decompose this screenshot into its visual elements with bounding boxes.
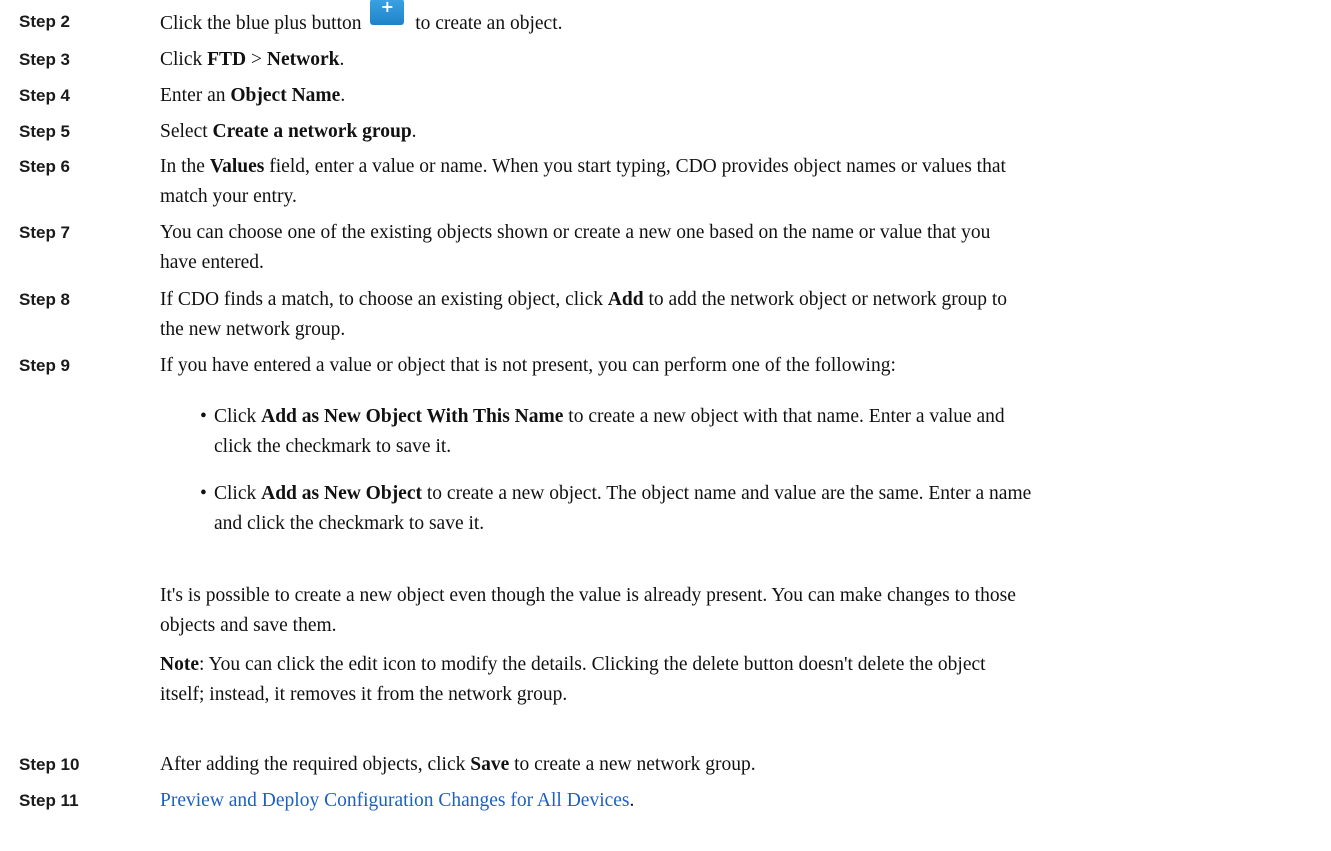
step-bold: Create a network group: [212, 121, 412, 142]
bullet-text-part: Click: [214, 483, 262, 504]
step-bold: FTD: [207, 49, 247, 70]
step-label: Step 6: [19, 157, 71, 176]
bullet-dot: •: [200, 483, 207, 504]
step-text-part: .: [411, 121, 417, 142]
step-text-part: Enter an: [160, 85, 231, 106]
step-label: Step 11: [19, 791, 79, 810]
step-text-part: .: [339, 49, 345, 70]
step-label: Step 2: [19, 12, 71, 31]
step-text: You can choose one of the existing objec…: [160, 218, 1320, 278]
step-label: Step 8: [19, 290, 71, 309]
step-text: Select Create a network group.: [160, 117, 1320, 147]
bullet-text: Click Add as New Object to create a new …: [214, 479, 1320, 539]
bullet-bold: Add as New Object With This Name: [261, 406, 564, 427]
step-text: Enter an Object Name.: [160, 81, 1320, 111]
paragraph-line: It's is possible to create a new object …: [160, 585, 1016, 606]
step-text-part: field, enter a value or name. When you s…: [264, 156, 1006, 177]
step-text-part: .: [629, 790, 635, 811]
step-text-part: .: [340, 85, 346, 106]
step-label: Step 7: [19, 223, 71, 242]
step-text-part: to create an object.: [410, 13, 563, 34]
step-text: Preview and Deploy Configuration Changes…: [160, 786, 1320, 816]
step-bold: Save: [470, 754, 510, 775]
step-text-part: match your entry.: [160, 186, 297, 207]
note-paragraph: Note: You can click the edit icon to mod…: [160, 650, 1320, 710]
step-text-part: If you have entered a value or object th…: [160, 355, 896, 376]
bullet-text-part: click the checkmark to save it.: [214, 436, 452, 457]
info-paragraph: It's is possible to create a new object …: [160, 581, 1320, 641]
bullet-text-part: to create a new object with that name. E…: [563, 406, 1005, 427]
step-label: Step 4: [19, 86, 71, 105]
step-text-part: You can choose one of the existing objec…: [160, 222, 991, 243]
step-label: Step 5: [19, 122, 71, 141]
step-text-part: to create a new network group.: [509, 754, 756, 775]
bullet-text-part: and click the checkmark to save it.: [214, 513, 485, 534]
note-label: Note: [160, 654, 199, 675]
step-bold: Network: [266, 49, 340, 70]
step-label: Step 10: [19, 755, 80, 774]
step-label: Step 3: [19, 50, 71, 69]
bullet-dot: •: [200, 406, 207, 427]
bullet-text: Click Add as New Object With This Name t…: [214, 402, 1320, 462]
step-bold: Values: [209, 156, 265, 177]
bullet-text-part: Click: [214, 406, 262, 427]
step-text-part: Click: [160, 49, 208, 70]
preview-deploy-link[interactable]: Preview and Deploy Configuration Changes…: [160, 790, 630, 811]
step-text: In the Values field, enter a value or na…: [160, 152, 1320, 212]
note-line: itself; instead, it removes it from the …: [160, 684, 568, 705]
step-text-part: After adding the required objects, click: [160, 754, 471, 775]
step-text-part: If CDO finds a match, to choose an exist…: [160, 289, 608, 310]
step-text-part: In the: [160, 156, 210, 177]
paragraph-line: objects and save them.: [160, 615, 337, 636]
step-text-part: to add the network object or network gro…: [643, 289, 1008, 310]
plus-button-icon: +: [370, 0, 405, 25]
step-text-part: >: [246, 49, 267, 70]
step-text: If you have entered a value or object th…: [160, 351, 1320, 381]
step-text-part: the new network group.: [160, 319, 346, 340]
step-text-part: have entered.: [160, 252, 264, 273]
bullet-text-part: to create a new object. The object name …: [422, 483, 1032, 504]
document-page: Step 2 Click the blue plus button + to c…: [0, 0, 1331, 851]
step-text-part: Select: [160, 121, 213, 142]
step-text: Click FTD > Network.: [160, 45, 1320, 75]
step-label: Step 9: [19, 356, 71, 375]
step-text-part: Click the blue plus button: [160, 13, 362, 34]
step-text: Click the blue plus button + to create a…: [160, 0, 1320, 39]
note-line: : You can click the edit icon to modify …: [198, 654, 986, 675]
step-text: If CDO finds a match, to choose an exist…: [160, 285, 1320, 345]
step-bold: Add: [607, 289, 644, 310]
step-bold: Object Name: [230, 85, 341, 106]
plus-glyph: +: [380, 0, 395, 16]
step-text: After adding the required objects, click…: [160, 750, 1320, 780]
bullet-bold: Add as New Object: [261, 483, 422, 504]
